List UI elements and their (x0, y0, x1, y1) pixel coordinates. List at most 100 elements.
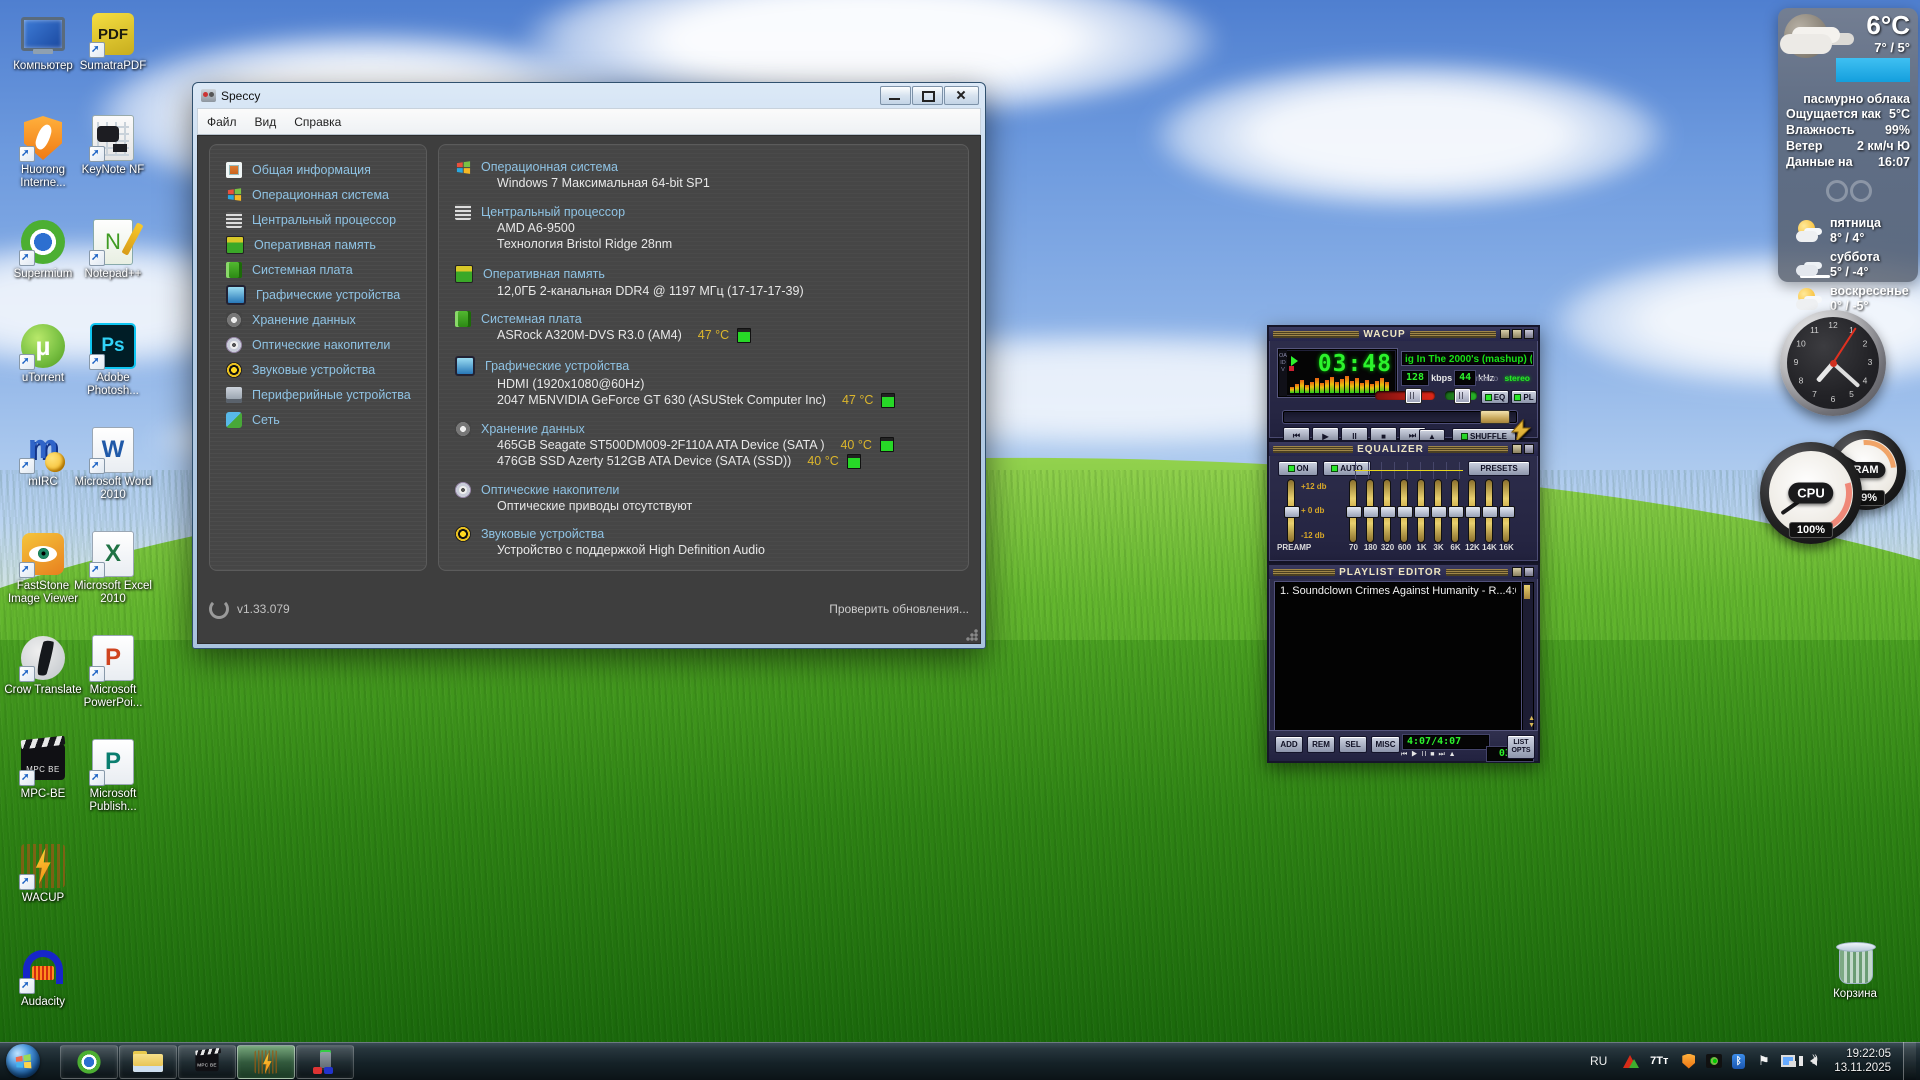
nav-network[interactable]: Сеть (210, 407, 426, 432)
taskbar-button-explorer[interactable] (119, 1045, 177, 1079)
playlist-scrollbar[interactable] (1522, 582, 1534, 733)
eq-band-slider[interactable] (1362, 480, 1379, 542)
playlist-title-bar[interactable]: PLAYLIST EDITOR (1269, 565, 1538, 579)
nav-cpu[interactable]: Центральный процессор (210, 207, 426, 232)
menu-help[interactable]: Справка (285, 112, 350, 132)
menu-file[interactable]: Файл (198, 112, 246, 132)
section-title[interactable]: Оптические накопители (481, 483, 619, 497)
nav-os[interactable]: Операционная система (210, 182, 426, 207)
volume-slider[interactable] (1375, 391, 1435, 400)
spectrum-analyzer[interactable] (1290, 376, 1389, 393)
tray-network-icon[interactable] (1780, 1053, 1797, 1070)
tray-punto-switcher-icon[interactable]: 7Тт (1646, 1053, 1672, 1070)
seek-bar[interactable] (1283, 411, 1517, 423)
eq-band-sliders[interactable] (1345, 480, 1515, 542)
speccy-title-bar[interactable]: Speccy (193, 83, 985, 108)
show-desktop-button[interactable] (1903, 1042, 1916, 1080)
playlist-add-button[interactable]: ADD (1275, 736, 1303, 753)
eq-band-slider[interactable] (1447, 480, 1464, 542)
wacup-close-button[interactable] (1524, 329, 1534, 339)
clock-gadget[interactable]: 12 1 2 3 4 5 6 7 8 9 10 11 (1780, 310, 1886, 416)
tray-action-center-flag-icon[interactable]: ⚑ (1755, 1053, 1772, 1070)
seek-thumb[interactable] (1480, 410, 1510, 424)
desktop-icon-notepadpp[interactable]: N Notepad++ (70, 218, 156, 281)
playlist-misc-button[interactable]: MISC (1371, 736, 1400, 753)
menu-view[interactable]: Вид (246, 112, 286, 132)
section-title[interactable]: Звуковые устройства (481, 527, 604, 541)
eq-band-slider[interactable] (1396, 480, 1413, 542)
nav-graphics[interactable]: Графические устройства (210, 282, 426, 307)
taskbar-button-speccy[interactable] (296, 1045, 354, 1079)
taskbar-button-wacup-active[interactable] (237, 1045, 295, 1079)
eq-shade-button[interactable] (1512, 444, 1522, 454)
preamp-slider[interactable] (1283, 480, 1300, 542)
tray-volume-icon[interactable] (1805, 1053, 1822, 1070)
playlist-scroll-arrows[interactable]: ▲▼ (1528, 715, 1535, 729)
nav-storage[interactable]: Хранение данных (210, 307, 426, 332)
eq-band-slider[interactable] (1481, 480, 1498, 542)
section-title[interactable]: Операционная система (481, 160, 618, 174)
playlist-list[interactable]: 1. Soundclown Crimes Against Humanity - … (1275, 582, 1521, 731)
eq-band-slider[interactable] (1379, 480, 1396, 542)
minimize-button[interactable] (880, 86, 911, 105)
start-button[interactable] (6, 1044, 40, 1078)
balance-slider[interactable] (1445, 391, 1477, 400)
playlist-toggle-button[interactable]: PL (1511, 390, 1537, 404)
list-options-button[interactable]: LISTOPTS (1507, 735, 1535, 759)
wacup-shade-button[interactable] (1512, 329, 1522, 339)
section-title[interactable]: Центральный процессор (481, 205, 625, 219)
nav-ram[interactable]: Оперативная память (210, 232, 426, 257)
desktop-icon-powerpoint[interactable]: P Microsoft PowerPoi... (70, 634, 156, 710)
tray-updown-arrow-icon[interactable] (1621, 1053, 1638, 1070)
balance-thumb[interactable] (1454, 388, 1471, 404)
check-updates-link[interactable]: Проверить обновления... (829, 602, 969, 616)
resize-grip[interactable] (966, 629, 978, 641)
playlist-remove-button[interactable]: REM (1307, 736, 1335, 753)
playlist-mini-transport[interactable]: ⏮ ▶ II ■ ⏭ ▲ (1401, 751, 1457, 759)
clutterbar[interactable]: OAIDV (1279, 350, 1287, 396)
desktop-icon-audacity[interactable]: Audacity (0, 946, 86, 1009)
desktop-icon-recycle-bin[interactable]: Корзина (1812, 938, 1898, 1001)
desktop-icon-sumatrapdf[interactable]: PDF SumatraPDF (70, 10, 156, 73)
desktop-icon-excel[interactable]: X Microsoft Excel 2010 (70, 530, 156, 606)
pl-shade-button[interactable] (1512, 567, 1522, 577)
binoculars-icon[interactable] (1778, 170, 1918, 214)
pl-close-button[interactable] (1524, 567, 1534, 577)
equalizer-title-bar[interactable]: EQUALIZER (1269, 442, 1538, 456)
eq-band-slider[interactable] (1413, 480, 1430, 542)
tray-bluetooth-icon[interactable]: ᛒ (1730, 1053, 1747, 1070)
nav-optical[interactable]: Оптические накопители (210, 332, 426, 357)
elapsed-time-display[interactable]: 03:48 (1318, 351, 1392, 377)
eq-on-button[interactable]: ON (1278, 461, 1318, 476)
wacup-minimize-button[interactable] (1500, 329, 1510, 339)
desktop-icon-word[interactable]: W Microsoft Word 2010 (70, 426, 156, 502)
equalizer-toggle-button[interactable]: EQ (1481, 390, 1509, 404)
cpu-gauge[interactable]: CPU 100% (1760, 442, 1862, 544)
nav-peripherals[interactable]: Периферийные устройства (210, 382, 426, 407)
eq-band-slider[interactable] (1498, 480, 1515, 542)
maximize-button[interactable] (912, 86, 943, 105)
eq-presets-button[interactable]: PRESETS (1468, 461, 1530, 476)
nav-audio[interactable]: Звуковые устройства (210, 357, 426, 382)
weather-gadget[interactable]: 6°C 7° / 5° пасмурно облака Ощущается ка… (1778, 8, 1918, 282)
taskbar-clock[interactable]: 19:22:05 13.11.2025 (1834, 1047, 1891, 1075)
desktop-icon-keynote[interactable]: KeyNote NF (70, 114, 156, 177)
wacup-title-bar[interactable]: WACUP (1269, 327, 1538, 341)
section-title[interactable]: Оперативная память (483, 267, 605, 281)
tray-huorong-shield-icon[interactable] (1680, 1053, 1697, 1070)
nav-summary[interactable]: Общая информация (210, 157, 426, 182)
eq-close-button[interactable] (1524, 444, 1534, 454)
section-title[interactable]: Системная плата (481, 312, 582, 326)
tray-nvidia-icon[interactable] (1705, 1053, 1722, 1070)
taskbar-button-mpcbe[interactable]: MPC BE (178, 1045, 236, 1079)
desktop-icon-publisher[interactable]: P Microsoft Publish... (70, 738, 156, 814)
close-button[interactable] (944, 86, 979, 105)
section-title[interactable]: Графические устройства (485, 359, 629, 373)
eq-band-slider[interactable] (1345, 480, 1362, 542)
nav-motherboard[interactable]: Системная плата (210, 257, 426, 282)
taskbar-button-supermium[interactable] (60, 1045, 118, 1079)
eq-band-slider[interactable] (1464, 480, 1481, 542)
desktop-icon-wacup[interactable]: WACUP (0, 842, 86, 905)
desktop-icon-photoshop[interactable]: Ps Adobe Photosh... (70, 322, 156, 398)
section-title[interactable]: Хранение данных (481, 422, 585, 436)
